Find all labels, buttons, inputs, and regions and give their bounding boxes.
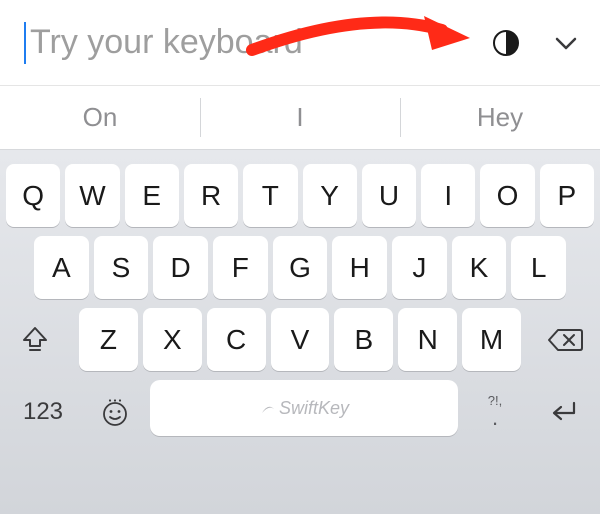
return-icon — [546, 399, 580, 425]
backspace-key[interactable] — [526, 308, 594, 371]
key-row-2: A S D F G H J K L — [4, 236, 596, 299]
key-v[interactable]: V — [271, 308, 330, 371]
key-y[interactable]: Y — [303, 164, 357, 227]
key-s[interactable]: S — [94, 236, 149, 299]
key-j[interactable]: J — [392, 236, 447, 299]
key-b[interactable]: B — [334, 308, 393, 371]
key-x[interactable]: X — [143, 308, 202, 371]
key-d[interactable]: D — [153, 236, 208, 299]
key-h[interactable]: H — [332, 236, 387, 299]
suggestion-1[interactable]: On — [0, 86, 200, 149]
key-q[interactable]: Q — [6, 164, 60, 227]
suggestion-2[interactable]: I — [200, 86, 400, 149]
numeric-key[interactable]: 123 — [6, 380, 80, 443]
punctuation-key[interactable]: ?!, . — [463, 380, 527, 443]
key-w[interactable]: W — [65, 164, 119, 227]
key-i[interactable]: I — [421, 164, 475, 227]
key-a[interactable]: A — [34, 236, 89, 299]
key-e[interactable]: E — [125, 164, 179, 227]
space-key[interactable]: SwiftKey — [150, 380, 458, 436]
text-caret — [24, 22, 26, 64]
punct-bottom-label: . — [492, 408, 498, 428]
key-z[interactable]: Z — [79, 308, 138, 371]
theme-toggle[interactable] — [488, 25, 524, 61]
key-k[interactable]: K — [452, 236, 507, 299]
emoji-key[interactable] — [85, 380, 145, 443]
key-o[interactable]: O — [480, 164, 534, 227]
swiftkey-logo-icon — [259, 399, 277, 417]
backspace-icon — [546, 326, 584, 354]
key-t[interactable]: T — [243, 164, 297, 227]
text-input[interactable]: Try your keyboard — [30, 23, 488, 62]
key-row-3: Z X C V B N M — [4, 308, 596, 371]
return-key[interactable] — [532, 380, 594, 443]
key-n[interactable]: N — [398, 308, 457, 371]
text-input-bar: Try your keyboard — [0, 0, 600, 86]
emoji-icon — [100, 397, 130, 427]
half-circle-icon — [491, 28, 521, 58]
shift-key[interactable] — [6, 308, 74, 371]
key-u[interactable]: U — [362, 164, 416, 227]
key-c[interactable]: C — [207, 308, 266, 371]
key-r[interactable]: R — [184, 164, 238, 227]
keyboard: Q W E R T Y U I O P A S D F G H J K L Z … — [0, 150, 600, 514]
shift-icon — [18, 323, 52, 357]
key-f[interactable]: F — [213, 236, 268, 299]
dismiss-keyboard[interactable] — [546, 23, 586, 63]
suggestion-bar: On I Hey — [0, 86, 600, 150]
space-brand-label: SwiftKey — [279, 398, 349, 419]
key-l[interactable]: L — [511, 236, 566, 299]
key-row-4: 123 SwiftKey ?!, . — [4, 380, 596, 443]
suggestion-3[interactable]: Hey — [400, 86, 600, 149]
key-g[interactable]: G — [273, 236, 328, 299]
key-p[interactable]: P — [540, 164, 594, 227]
chevron-down-icon — [552, 29, 580, 57]
key-m[interactable]: M — [462, 308, 521, 371]
key-row-1: Q W E R T Y U I O P — [4, 164, 596, 227]
